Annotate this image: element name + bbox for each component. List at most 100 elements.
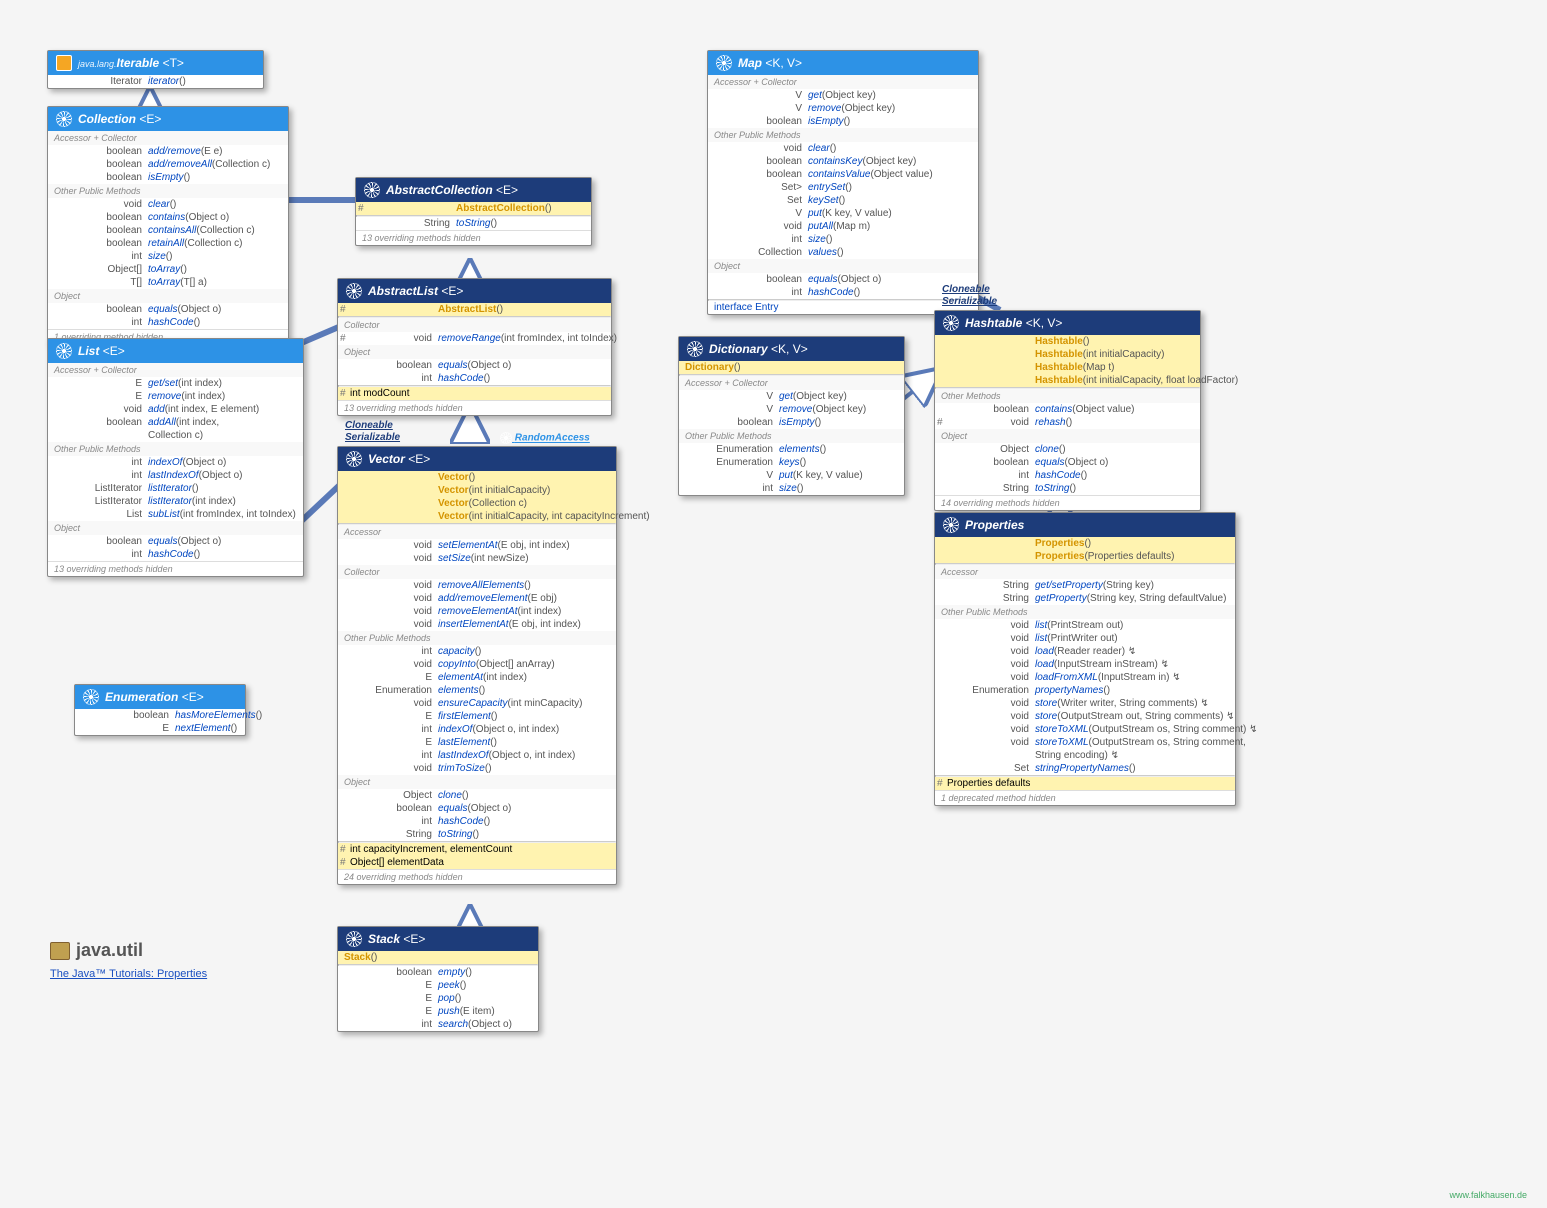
method-row: voidclear () <box>708 142 978 155</box>
section-label: Accessor <box>338 525 616 539</box>
method-row: Vget (Object key) <box>679 390 904 403</box>
method-row: Vget (Object key) <box>708 89 978 102</box>
package-label: java.util <box>50 940 143 961</box>
note: 1 deprecated method hidden <box>935 790 1235 805</box>
header-iterable: java.lang.Iterable <T> <box>48 51 263 75</box>
method-row: voidrehash () <box>935 416 1200 429</box>
method-row: Eremove (int index) <box>48 390 303 403</box>
method-row: EnextElement () <box>75 722 245 735</box>
method-row: Hashtable () <box>935 335 1200 348</box>
method-row: Objectclone () <box>935 443 1200 456</box>
field: int capacityIncrement, elementCount <box>338 843 616 856</box>
method-row: inthashCode () <box>935 469 1200 482</box>
section-label: Object <box>48 289 288 303</box>
header-stack: Stack <E> <box>338 927 538 951</box>
constructor: AbstractCollection() <box>356 202 591 215</box>
note: 14 overriding methods hidden <box>935 495 1200 510</box>
header-abstractcollection: AbstractCollection <E> <box>356 178 591 202</box>
note: 13 overriding methods hidden <box>338 400 611 415</box>
method-row: voidtrimToSize () <box>338 762 616 775</box>
gear-icon <box>943 517 959 533</box>
class-list: List <E> Accessor + Collector Eget/set (… <box>47 338 304 577</box>
method-row: inthashCode () <box>48 548 303 561</box>
method-row: StringtoString () <box>356 217 591 230</box>
method-row: voidremoveElementAt (int index) <box>338 605 616 618</box>
header-properties: Properties <box>935 513 1235 537</box>
method-row: Vector (int initialCapacity) <box>338 484 616 497</box>
method-row: Object[]toArray () <box>48 263 288 276</box>
tag-randomaccess[interactable]: RandomAccess <box>500 432 590 444</box>
method-row: voidremoveRange (int fromIndex, int toIn… <box>338 332 611 345</box>
class-properties: Properties Properties ()Properties (Prop… <box>934 512 1236 806</box>
method-row: ListIteratorlistIterator () <box>48 482 303 495</box>
gear-icon <box>83 689 99 705</box>
method-row: booleanequals (Object o) <box>708 273 978 286</box>
method-row: inthashCode () <box>338 372 611 385</box>
section-label: Other Public Methods <box>935 605 1235 619</box>
header-map: Map <K, V> <box>708 51 978 75</box>
method-row: booleanisEmpty () <box>708 115 978 128</box>
section-label: Other Public Methods <box>48 442 303 456</box>
method-row: Epeek () <box>338 979 538 992</box>
method-row: Vector (int initialCapacity, int capacit… <box>338 510 616 523</box>
gear-icon <box>346 451 362 467</box>
constructor: Dictionary() <box>679 361 904 374</box>
class-collection: Collection <E> Accessor + Collector bool… <box>47 106 289 345</box>
note: 24 overriding methods hidden <box>338 869 616 884</box>
method-row: Hashtable (Map t) <box>935 361 1200 374</box>
method-row: intindexOf (Object o, int index) <box>338 723 616 736</box>
header-collection: Collection <E> <box>48 107 288 131</box>
tag-serializable[interactable]: Serializable <box>942 296 997 307</box>
method-row: String encoding) ↯ <box>935 749 1235 762</box>
gear-icon <box>364 182 380 198</box>
section-label: Object <box>935 429 1200 443</box>
gear-icon <box>716 55 732 71</box>
method-row: booleanaddAll (int index, <box>48 416 303 429</box>
method-row: Enumerationkeys () <box>679 456 904 469</box>
method-row: booleanadd/removeAll (Collection c) <box>48 158 288 171</box>
header-abstractlist: AbstractList <E> <box>338 279 611 303</box>
method-row: SetkeySet () <box>708 194 978 207</box>
section-label: Accessor + Collector <box>48 131 288 145</box>
method-row: voidload (InputStream inStream) ↯ <box>935 658 1235 671</box>
class-vector: Vector <E> Vector ()Vector (int initialC… <box>337 446 617 885</box>
method-row: voidensureCapacity (int minCapacity) <box>338 697 616 710</box>
tag-cloneable[interactable]: Cloneable <box>345 420 393 431</box>
method-row: voidstoreToXML (OutputStream os, String … <box>935 723 1235 736</box>
section-label: Accessor + Collector <box>708 75 978 89</box>
tag-serializable[interactable]: Serializable <box>345 432 400 443</box>
method-row: intindexOf (Object o) <box>48 456 303 469</box>
method-row: booleanequals (Object o) <box>935 456 1200 469</box>
method-row: Enumerationelements () <box>338 684 616 697</box>
section-label: Collector <box>338 565 616 579</box>
class-map: Map <K, V> Accessor + Collector Vget (Ob… <box>707 50 979 315</box>
gear-icon <box>56 343 72 359</box>
method-row: ElastElement () <box>338 736 616 749</box>
method-row: booleanequals (Object o) <box>338 359 611 372</box>
method-row: voidsetSize (int newSize) <box>338 552 616 565</box>
method-row: Hashtable (int initialCapacity, float lo… <box>935 374 1200 387</box>
header-enumeration: Enumeration <E> <box>75 685 245 709</box>
gear-icon <box>943 315 959 331</box>
gear-icon <box>346 931 362 947</box>
method-row: booleancontains (Object o) <box>48 211 288 224</box>
method-row: voidload (Reader reader) ↯ <box>935 645 1235 658</box>
method-row: inthashCode () <box>338 815 616 828</box>
tag-cloneable[interactable]: Cloneable <box>942 284 990 295</box>
class-enumeration: Enumeration <E> booleanhasMoreElements (… <box>74 684 246 736</box>
method-row: voidsetElementAt (E obj, int index) <box>338 539 616 552</box>
method-row: intlastIndexOf (Object o) <box>48 469 303 482</box>
section-label: Other Public Methods <box>679 429 904 443</box>
method-row: booleanempty () <box>338 966 538 979</box>
header-vector: Vector <E> <box>338 447 616 471</box>
method-row: booleanhasMoreElements () <box>75 709 245 722</box>
section-label: Object <box>708 259 978 273</box>
method-row: inthashCode () <box>708 286 978 299</box>
method-row: intsearch (Object o) <box>338 1018 538 1031</box>
tutorials-link[interactable]: The Java™ Tutorials: Properties <box>50 968 207 980</box>
field: Object[] elementData <box>338 856 616 869</box>
method-row: Hashtable (int initialCapacity) <box>935 348 1200 361</box>
method-row: intsize () <box>48 250 288 263</box>
method-row: Vector () <box>338 471 616 484</box>
header-list: List <E> <box>48 339 303 363</box>
